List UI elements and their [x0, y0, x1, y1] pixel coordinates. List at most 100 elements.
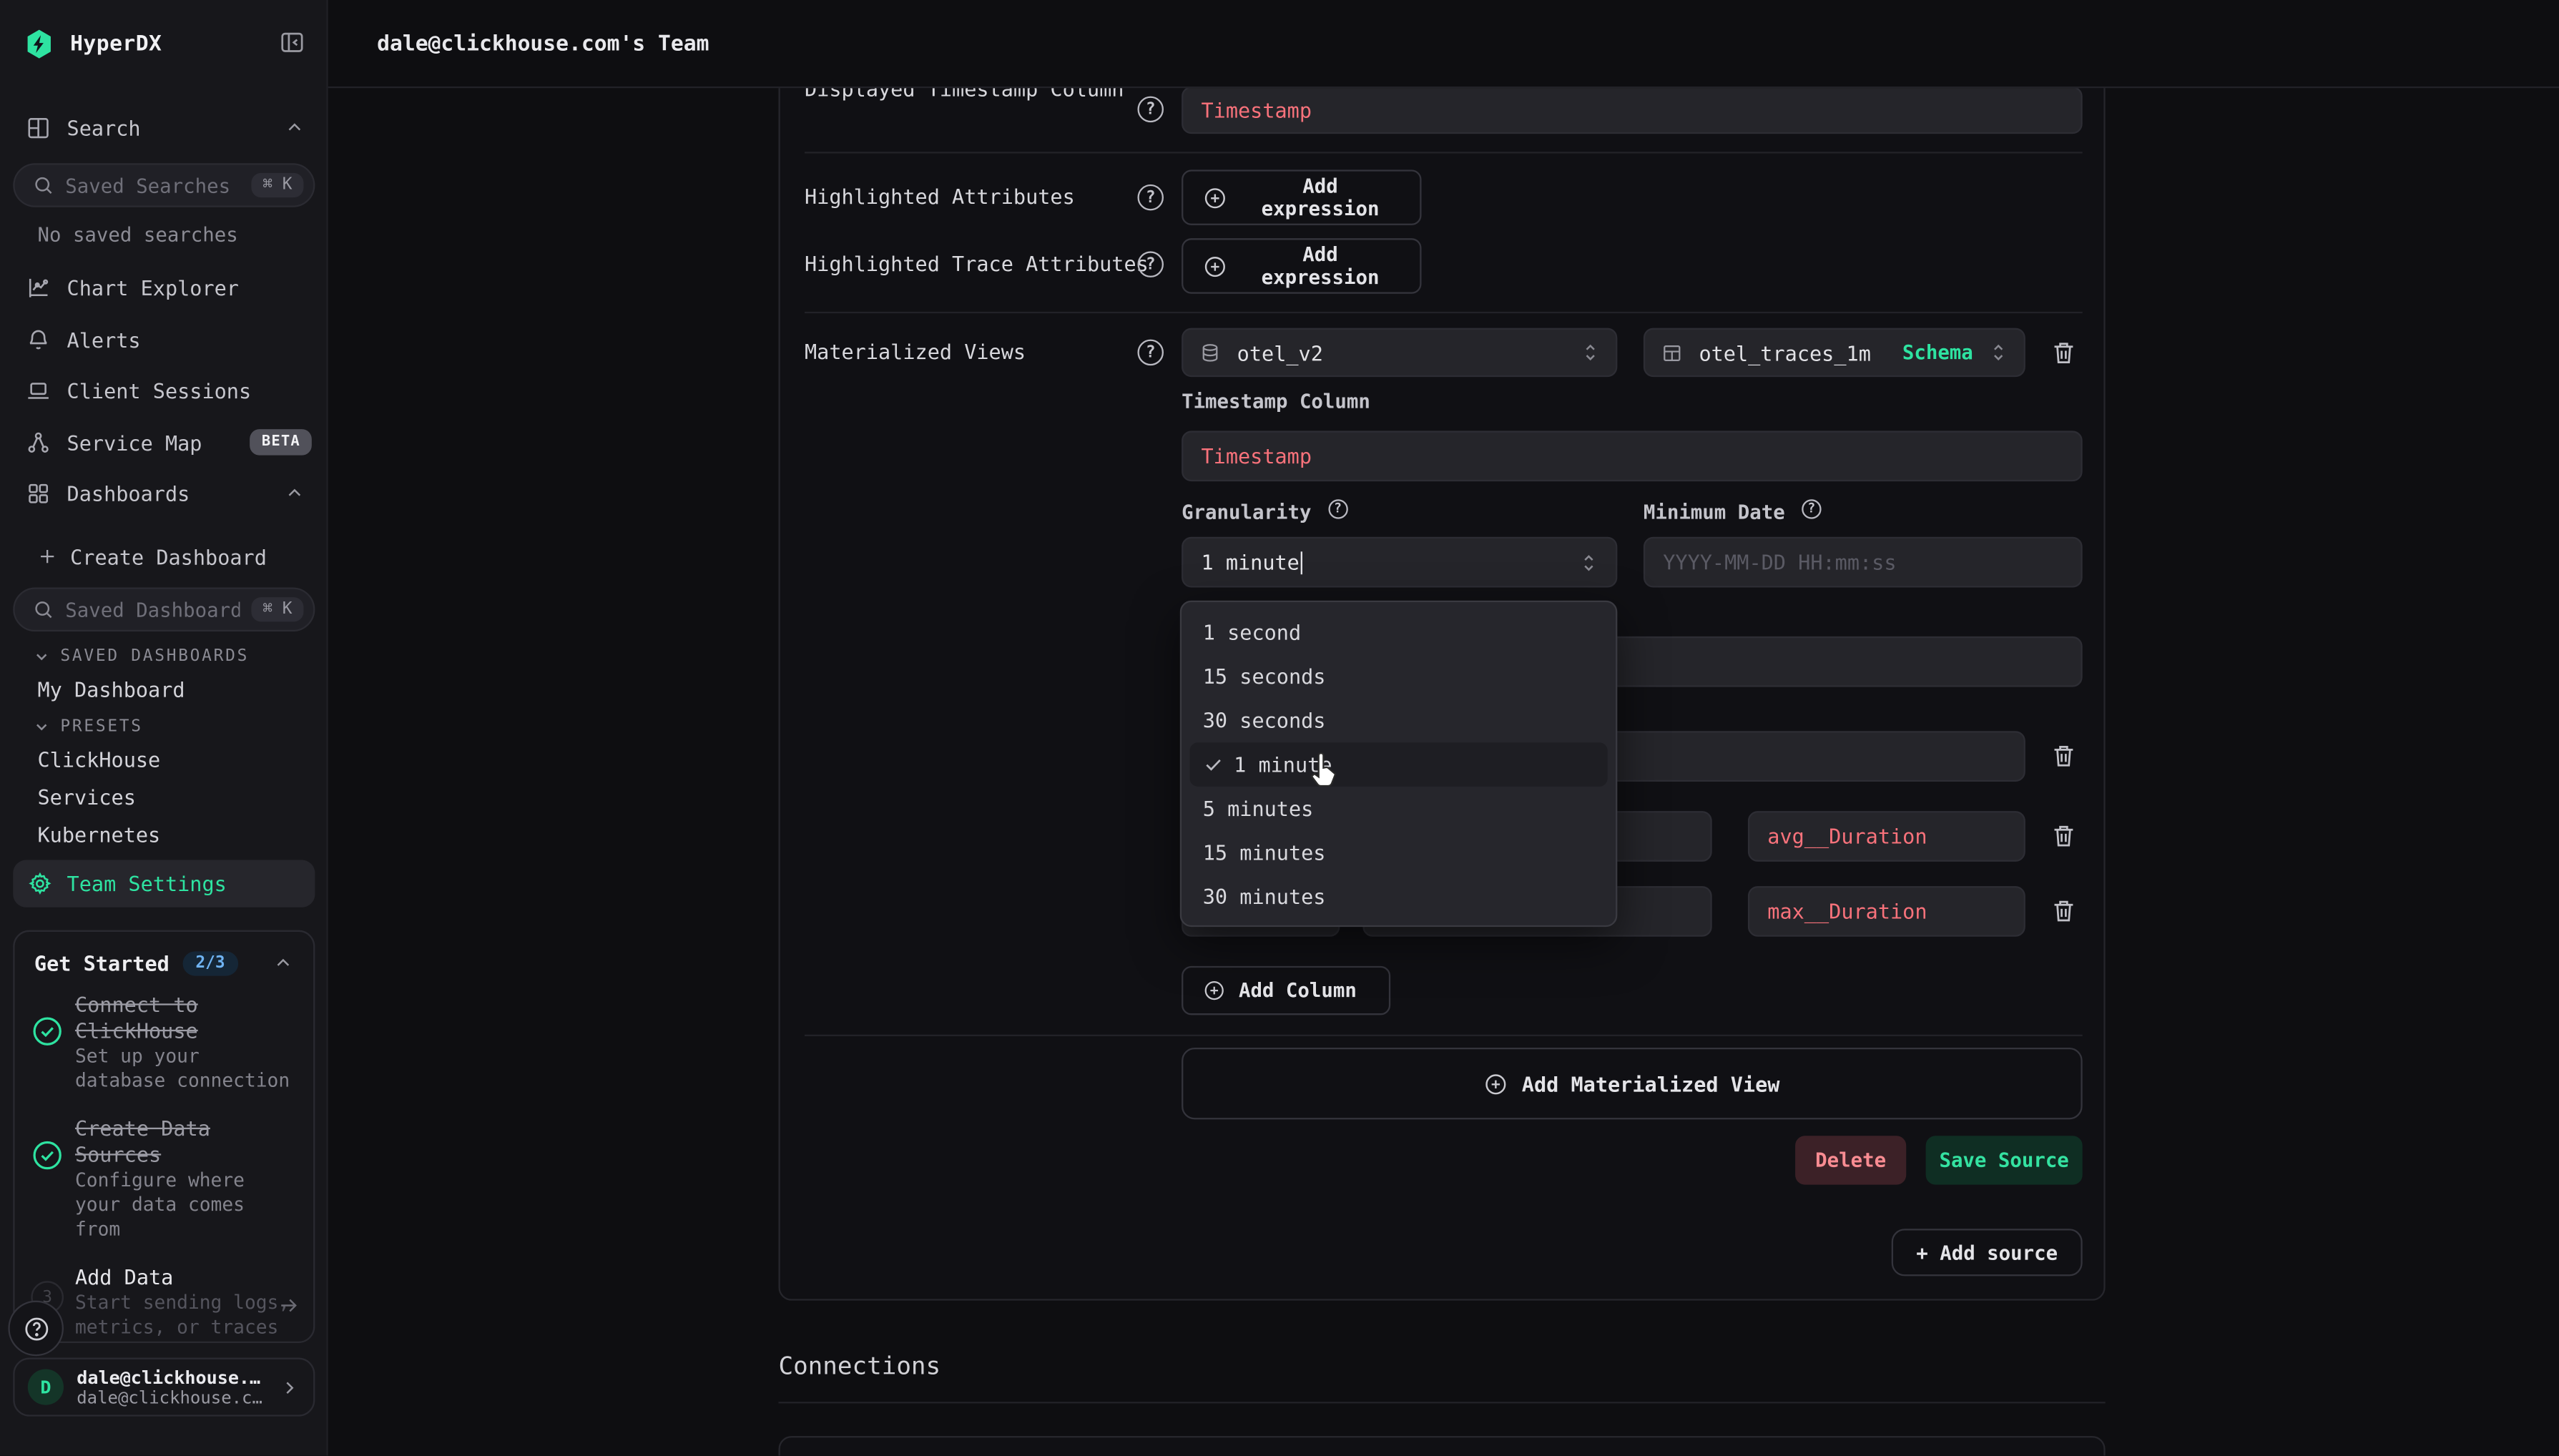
checkmark-icon	[1203, 754, 1224, 775]
delete-column-icon[interactable]	[2050, 896, 2078, 925]
brand-row: HyperDX	[23, 23, 310, 65]
divider	[805, 1035, 2083, 1036]
sidebar-item-dashboards[interactable]: Dashboards	[0, 467, 328, 519]
dropdown-option[interactable]: 15 seconds	[1182, 654, 1616, 699]
granularity-input[interactable]: 1 minute	[1182, 537, 1617, 588]
help-icon[interactable]: ?	[1137, 185, 1164, 211]
add-source-button[interactable]: + Add source	[1892, 1229, 2083, 1276]
divider	[805, 312, 2083, 313]
help-icon[interactable]: ?	[1328, 498, 1347, 518]
collapse-sidebar-icon[interactable]	[279, 29, 305, 56]
timestamp-column-label: Timestamp Column	[1182, 390, 1370, 413]
save-source-button[interactable]: Save Source	[1926, 1136, 2083, 1184]
saved-dashboards-section[interactable]: SAVED DASHBOARDS	[33, 648, 249, 666]
granularity-label: Granularity ?	[1182, 501, 1342, 525]
bell-icon	[26, 328, 51, 352]
sidebar-item-team-settings[interactable]: Team Settings	[13, 860, 315, 907]
search-icon	[33, 599, 54, 620]
add-materialized-view-button[interactable]: Add Materialized View	[1182, 1048, 2083, 1119]
help-icon[interactable]: ?	[1137, 340, 1164, 366]
get-started-title: Get Started	[34, 951, 170, 975]
search-icon	[33, 174, 54, 196]
delete-source-button[interactable]: Delete	[1795, 1136, 1906, 1184]
saved-dashboards-input[interactable]: Saved Dashboards ⌘ K	[13, 587, 315, 631]
saved-searches-input[interactable]: Saved Searches ⌘ K	[13, 163, 315, 207]
chevron-down-icon	[33, 648, 51, 666]
add-column-button[interactable]: Add Column	[1182, 966, 1390, 1015]
dropdown-option[interactable]: 1 second	[1182, 610, 1616, 654]
dropdown-option-selected[interactable]: 1 minute	[1189, 742, 1607, 787]
mouse-cursor	[1307, 751, 1343, 790]
section-label: SAVED DASHBOARDS	[60, 648, 249, 666]
team-settings-label: Team Settings	[67, 872, 227, 896]
team-title: dale@clickhouse.com's Team	[377, 33, 709, 57]
minimum-date-input[interactable]: YYYY-MM-DD HH:mm:ss	[1644, 537, 2083, 588]
sidebar-item-chart-explorer[interactable]: Chart Explorer	[0, 261, 328, 313]
add-expression-button[interactable]: Add expression	[1182, 169, 1421, 225]
add-expression-label: Add expression	[1240, 174, 1400, 220]
step-desc: Set up your database connection	[75, 1044, 300, 1093]
table-select-value: otel_traces_1m	[1699, 340, 1870, 365]
sidebar-item-search[interactable]: Search	[0, 101, 328, 153]
sidebar-item-service-map[interactable]: Service Map BETA	[0, 416, 328, 468]
get-started-step-1[interactable]: Connect to ClickHouse Set up your databa…	[15, 992, 314, 1093]
chevron-up-icon[interactable]	[272, 953, 294, 975]
sidebar-item-label: Service Map	[67, 430, 202, 454]
sidebar-item-alerts[interactable]: Alerts	[0, 313, 328, 365]
sidebar-item-label: Chart Explorer	[67, 275, 239, 299]
granularity-dropdown: 1 second 15 seconds 30 seconds 1 minute …	[1180, 601, 1618, 927]
sidebar-item-services[interactable]: Services	[37, 785, 135, 810]
arrow-right-icon	[277, 1294, 300, 1317]
avatar: D	[28, 1369, 64, 1405]
plus-circle-icon	[1203, 979, 1226, 1002]
hyperdx-logo-icon	[23, 26, 56, 62]
sidebar-item-label: Alerts	[67, 328, 141, 352]
column-alias-input[interactable]: avg__Duration	[1748, 811, 2025, 862]
help-icon[interactable]: ?	[1137, 97, 1164, 123]
granularity-value: 1 minute	[1201, 550, 1299, 574]
dropdown-option[interactable]: 15 minutes	[1182, 830, 1616, 875]
help-button[interactable]	[8, 1301, 64, 1357]
top-header: dale@clickhouse.com's Team	[328, 0, 2559, 88]
chevron-up-icon[interactable]	[284, 482, 305, 503]
presets-section[interactable]: PRESETS	[33, 718, 143, 736]
plus-circle-icon	[1484, 1071, 1508, 1096]
dropdown-option[interactable]: 5 minutes	[1182, 787, 1616, 831]
displayed-timestamp-input[interactable]: Timestamp	[1182, 87, 2083, 134]
delete-column-icon[interactable]	[2050, 821, 2078, 850]
sidebar-item-client-sessions[interactable]: Client Sessions	[0, 364, 328, 416]
step-desc: Configure where your data comes from	[75, 1169, 300, 1242]
progress-badge: 2/3	[182, 951, 238, 975]
sidebar: HyperDX Search Saved Searches ⌘ K No sav…	[0, 0, 328, 1455]
plus-icon	[37, 546, 57, 566]
column-alias-input[interactable]: max__Duration	[1748, 886, 2025, 937]
sidebar-item-my-dashboard[interactable]: My Dashboard	[37, 677, 185, 702]
help-icon[interactable]: ?	[1802, 498, 1821, 518]
plus-circle-icon	[1203, 254, 1227, 278]
delete-materialized-view-icon[interactable]	[2050, 338, 2078, 367]
chevron-down-icon	[33, 718, 51, 736]
table-select[interactable]: otel_traces_1m Schema	[1644, 328, 2025, 377]
shortcut-badge: ⌘ K	[251, 597, 303, 621]
connections-card	[778, 1436, 2105, 1455]
sidebar-item-kubernetes[interactable]: Kubernetes	[37, 822, 160, 847]
create-dashboard-button[interactable]: Create Dashboard	[0, 531, 328, 583]
get-started-step-2[interactable]: Create Data Sources Configure where your…	[15, 1116, 314, 1242]
add-expression-button[interactable]: Add expression	[1182, 238, 1421, 294]
sidebar-item-clickhouse[interactable]: ClickHouse	[37, 747, 160, 772]
delete-column-icon[interactable]	[2050, 741, 2078, 770]
view-select[interactable]: otel_v2	[1182, 328, 1617, 377]
add-column-label: Add Column	[1239, 979, 1357, 1002]
sidebar-item-label: Client Sessions	[67, 378, 252, 402]
highlighted-trace-attributes-label: Highlighted Trace Attributes	[805, 251, 1149, 275]
dropdown-option[interactable]: 30 seconds	[1182, 699, 1616, 743]
help-icon[interactable]: ?	[1137, 251, 1164, 277]
user-menu[interactable]: D dale@clickhouse.… dale@clickhouse.c…	[13, 1358, 315, 1417]
chevron-up-icon[interactable]	[284, 117, 305, 138]
get-started-card: Get Started 2/3 Connect to ClickHouse Se…	[13, 930, 315, 1343]
table-icon	[1661, 342, 1683, 363]
add-expression-label: Add expression	[1240, 243, 1400, 289]
get-started-header[interactable]: Get Started 2/3	[15, 932, 314, 992]
timestamp-column-input[interactable]: Timestamp	[1182, 431, 2083, 481]
dropdown-option[interactable]: 30 minutes	[1182, 875, 1616, 919]
